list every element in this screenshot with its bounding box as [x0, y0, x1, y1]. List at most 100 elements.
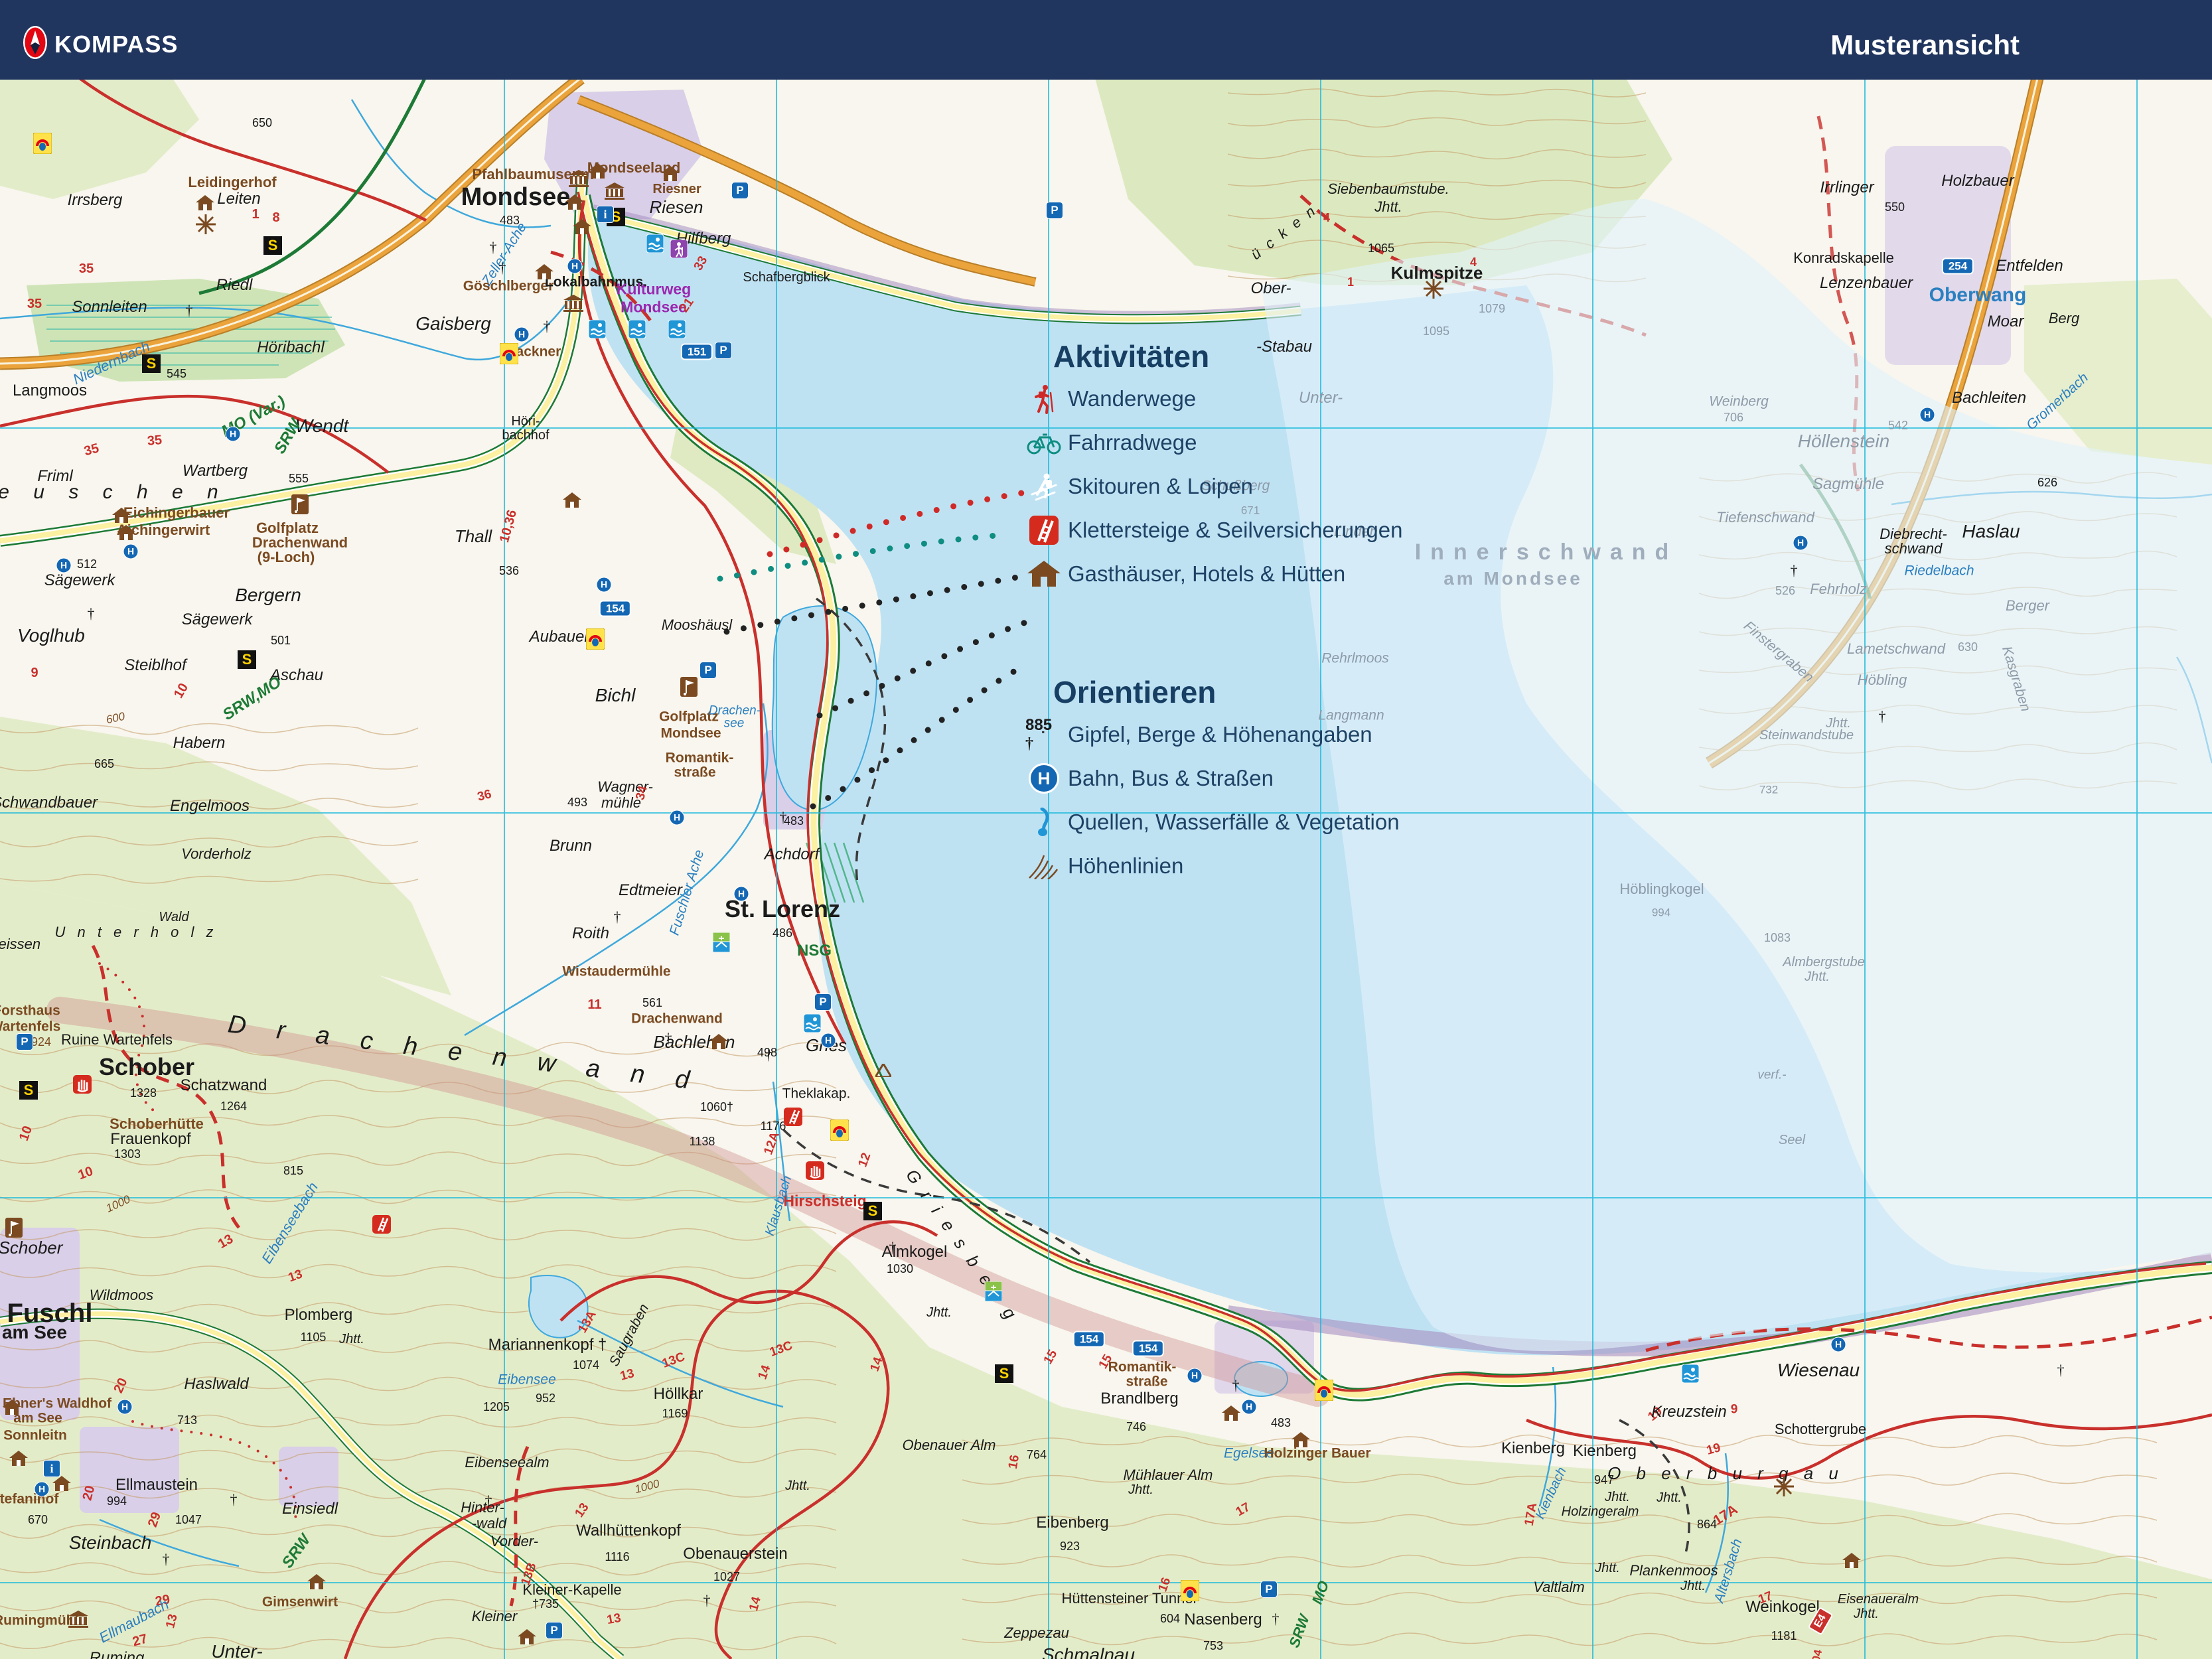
- map-label: 815: [283, 1165, 303, 1177]
- map-label: Riesen: [650, 198, 703, 216]
- map-label: Riedelbach: [1904, 564, 1974, 578]
- map-label: 1079: [1479, 303, 1505, 315]
- map-label: 9: [1731, 1404, 1738, 1416]
- swimming-icon: [1682, 1364, 1699, 1383]
- map-label: 13: [606, 1612, 622, 1626]
- map-label: Ruming: [90, 1650, 145, 1659]
- map-label: 1083: [1764, 932, 1791, 944]
- map-label: Wallhüttenkopf: [576, 1523, 681, 1539]
- map-label: 1065: [1368, 242, 1394, 254]
- bus-stop-icon: H: [597, 577, 612, 593]
- church-cross-icon: †: [703, 1593, 711, 1608]
- road-shield: 154: [599, 601, 631, 617]
- map-label: Leidingerhof: [188, 175, 276, 190]
- map-label: Vorderholz: [181, 847, 252, 861]
- map-label: Aubauer: [530, 629, 590, 645]
- map-label: 1205: [483, 1401, 510, 1413]
- kompass-poi-icon: [830, 1119, 849, 1141]
- bus-stop-icon: H: [567, 259, 583, 274]
- map-label: Kienberg: [1573, 1443, 1637, 1459]
- road-shield: 254: [1942, 258, 1974, 275]
- parking-icon: P: [700, 662, 717, 679]
- map-label: Thall: [455, 528, 492, 545]
- map-label: Steiblhof: [124, 658, 186, 674]
- map-label: Berger: [2006, 599, 2049, 613]
- map-label: Golfplatz: [256, 521, 319, 536]
- map-label: 1138: [690, 1135, 715, 1147]
- map-label: 35: [27, 297, 42, 311]
- swimming-icon: [628, 320, 646, 338]
- map-label: Eibensee: [498, 1373, 556, 1387]
- map-label: Schober: [99, 1055, 194, 1079]
- church-cross-icon: †: [490, 240, 497, 255]
- legend-item: 88̣5 †Gipfel, Berge & Höhenangaben: [1025, 713, 1755, 757]
- museum-icon: [68, 1611, 88, 1628]
- camp-icon: [875, 1064, 891, 1077]
- map-label: straße: [1126, 1375, 1167, 1389]
- map-label: Höllenstein: [1798, 432, 1890, 451]
- swimming-icon: [804, 1014, 821, 1033]
- hut-icon: [3, 1400, 21, 1415]
- hut-icon: [307, 1574, 326, 1590]
- map-label: 9: [31, 666, 38, 680]
- map-label: Jhtt.: [926, 1306, 952, 1319]
- map-label: Vorder-: [490, 1534, 538, 1549]
- map-label: 994: [1652, 907, 1670, 918]
- map-label: Sagmühle: [1812, 476, 1884, 492]
- map-label: 35: [79, 262, 94, 275]
- map-label: Höllkar: [654, 1386, 703, 1402]
- map-label: 665: [94, 758, 114, 770]
- map-label: Jhtt.: [1605, 1490, 1630, 1504]
- kompass-poi-icon: [500, 343, 518, 364]
- church-cross-icon: †: [2057, 1363, 2065, 1378]
- map-label: 536: [499, 565, 519, 577]
- hut-icon: [565, 194, 584, 210]
- legend-item-label: Fahrradwege: [1063, 430, 1197, 455]
- page-title: Musteransicht: [1830, 29, 2020, 61]
- bus-stop-icon: H: [1831, 1337, 1846, 1352]
- bus-stop-icon: H: [1920, 407, 1935, 423]
- map-label: 924: [31, 1036, 51, 1048]
- map-label: Wartberg: [183, 463, 248, 479]
- map-label: Hüttensteiner Tunnel: [1061, 1591, 1196, 1606]
- map-label: 994: [107, 1495, 127, 1507]
- legend-activities-title: Aktivitäten: [1053, 338, 1755, 374]
- legend-item-label: Bahn, Bus & Straßen: [1063, 766, 1274, 791]
- climbing-icon: [806, 1161, 824, 1180]
- map-label: Wiesenau: [1777, 1361, 1860, 1380]
- climbing-icon: [73, 1075, 92, 1094]
- ladder-icon: [1025, 516, 1063, 545]
- church-cross-icon: †: [1232, 1378, 1240, 1393]
- ski-icon: [1025, 472, 1063, 501]
- map-label: Irrlinger: [1820, 180, 1874, 196]
- map-label: 1095: [1423, 325, 1449, 337]
- map-label: Holzbauer: [1941, 173, 2014, 189]
- church-cross-icon: †: [780, 810, 787, 825]
- bus-stop-icon: H: [670, 810, 685, 826]
- map-label: Einsiedl: [282, 1501, 338, 1517]
- bus-stop-icon: H: [514, 327, 530, 342]
- hut-icon: [52, 1476, 71, 1492]
- hut-icon: [117, 525, 135, 541]
- map-label: 630: [1958, 641, 1978, 653]
- map-label: 1264: [220, 1100, 247, 1112]
- bus-stop-icon: H: [226, 427, 241, 442]
- parking-icon: P: [546, 1622, 563, 1639]
- map-label: 4: [1470, 256, 1477, 268]
- map-label: Drachen-: [709, 705, 761, 717]
- map-label: Jhtt.: [1374, 200, 1402, 214]
- map-label: 545: [167, 368, 186, 380]
- church-cross-icon: †: [186, 303, 193, 318]
- bus-stop-icon: H: [123, 544, 139, 559]
- map-label: Brandlberg: [1100, 1391, 1178, 1407]
- map-label: verf.-: [1757, 1069, 1786, 1082]
- map-label: 493: [567, 796, 587, 808]
- map-label: Fehrholz: [1810, 582, 1867, 597]
- bike-icon: [1025, 431, 1063, 455]
- hut-icon: [1842, 1553, 1861, 1569]
- map-label: Schafbergblick: [743, 271, 830, 284]
- church-cross-icon: †: [889, 1240, 897, 1255]
- map-label: Hinter-: [461, 1500, 504, 1515]
- map-label: Jhtt.: [1680, 1579, 1706, 1593]
- church-cross-icon: †: [765, 1048, 773, 1062]
